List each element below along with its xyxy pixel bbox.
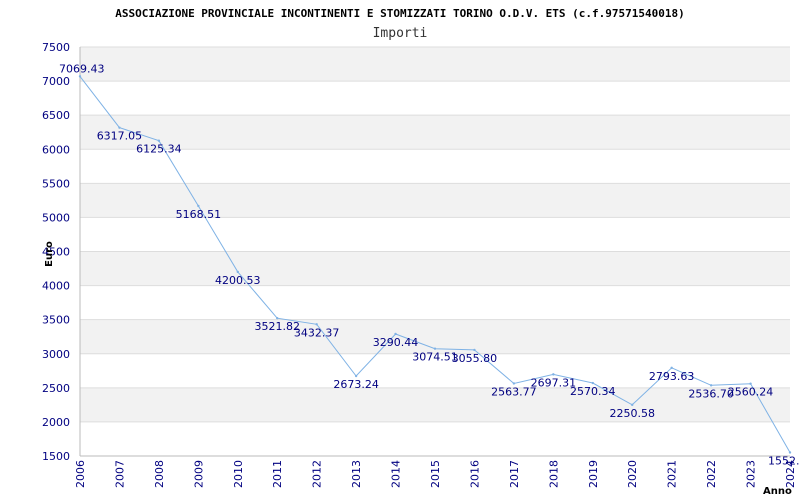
data-label: 2250.58 [609,407,655,420]
y-tick-label: 3000 [42,348,70,361]
x-tick-label: 2018 [547,460,560,488]
data-label: 5168.51 [176,208,222,221]
data-point [354,374,358,378]
y-tick-label: 4000 [42,280,70,293]
data-point [236,270,239,274]
y-tick-label: 6000 [42,143,70,156]
x-tick-label: 2010 [232,460,245,488]
grid-band [80,285,790,320]
chart-title: ASSOCIAZIONE PROVINCIALE INCONTINENTI E … [115,7,685,20]
data-label: 2793.63 [649,370,695,383]
grid-band [80,217,790,252]
data-point [512,382,516,385]
data-point [552,373,555,376]
x-tick-label: 2007 [113,460,126,488]
x-tick-label: 2011 [271,460,284,488]
x-tick-label: 2014 [390,460,403,488]
data-point [709,384,713,387]
data-point [473,348,476,352]
data-point [118,126,121,129]
x-tick-label: 2009 [192,460,205,488]
data-point [788,451,792,454]
data-point [157,139,161,142]
grid-band [80,421,790,456]
x-axis-ticks: 2006 2007 2008 2009 2010 2011 2012 2013 2014 2015… [74,460,797,488]
data-point [394,332,397,336]
x-tick-label: 2013 [350,460,363,488]
data-point [315,323,318,326]
grid-band [80,115,790,150]
x-tick-label: 2008 [153,460,166,488]
data-label: 1552.00 [768,454,800,467]
y-axis-label: Euro [44,241,55,267]
grid-band [80,251,790,286]
grid-band [80,149,790,184]
data-point [749,382,752,385]
data-label: 3432.37 [294,326,340,339]
x-tick-label: 2017 [508,460,521,488]
data-point [276,316,279,320]
y-tick-label: 7500 [42,41,70,54]
data-point [591,381,594,385]
data-label: 7069.43 [59,62,105,75]
y-tick-label: 3500 [42,314,70,327]
data-point [631,403,634,407]
y-tick-label: 1500 [42,450,70,463]
x-tick-label: 2022 [705,460,718,488]
data-label: 2673.24 [333,378,379,391]
data-point [78,75,82,78]
grid-band [80,387,790,422]
data-label: 3055.80 [452,352,498,365]
x-tick-label: 2012 [311,460,324,488]
data-label: 4200.53 [215,274,261,287]
chart-subtitle: Importi [373,26,428,41]
data-label: 3290.44 [373,336,419,349]
y-tick-label: 2000 [42,416,70,429]
grid-band [80,81,790,116]
y-tick-label: 5500 [42,177,70,190]
data-point [197,204,200,208]
data-label: 2560.24 [728,386,774,399]
data-label: 6125.34 [136,143,182,156]
x-tick-label: 2015 [429,460,442,488]
line-chart: ASSOCIAZIONE PROVINCIALE INCONTINENTI E … [42,7,800,497]
grid-band [80,47,790,82]
data-label: 2570.34 [570,385,616,398]
y-tick-label: 6500 [42,109,70,122]
data-point [670,366,673,370]
x-tick-label: 2019 [587,460,600,488]
x-tick-label: 2006 [74,460,87,488]
y-tick-label: 5000 [42,211,70,224]
x-axis-label: Anno [763,486,792,497]
y-tick-label: 7000 [42,75,70,88]
y-tick-label: 2500 [42,382,70,395]
x-tick-label: 2016 [468,460,481,488]
x-tick-label: 2021 [666,460,679,488]
data-point [433,347,437,350]
x-tick-label: 2020 [626,460,639,488]
grid-bands [79,46,790,457]
data-label: 6317.05 [97,130,143,143]
x-tick-label: 2023 [745,460,758,488]
